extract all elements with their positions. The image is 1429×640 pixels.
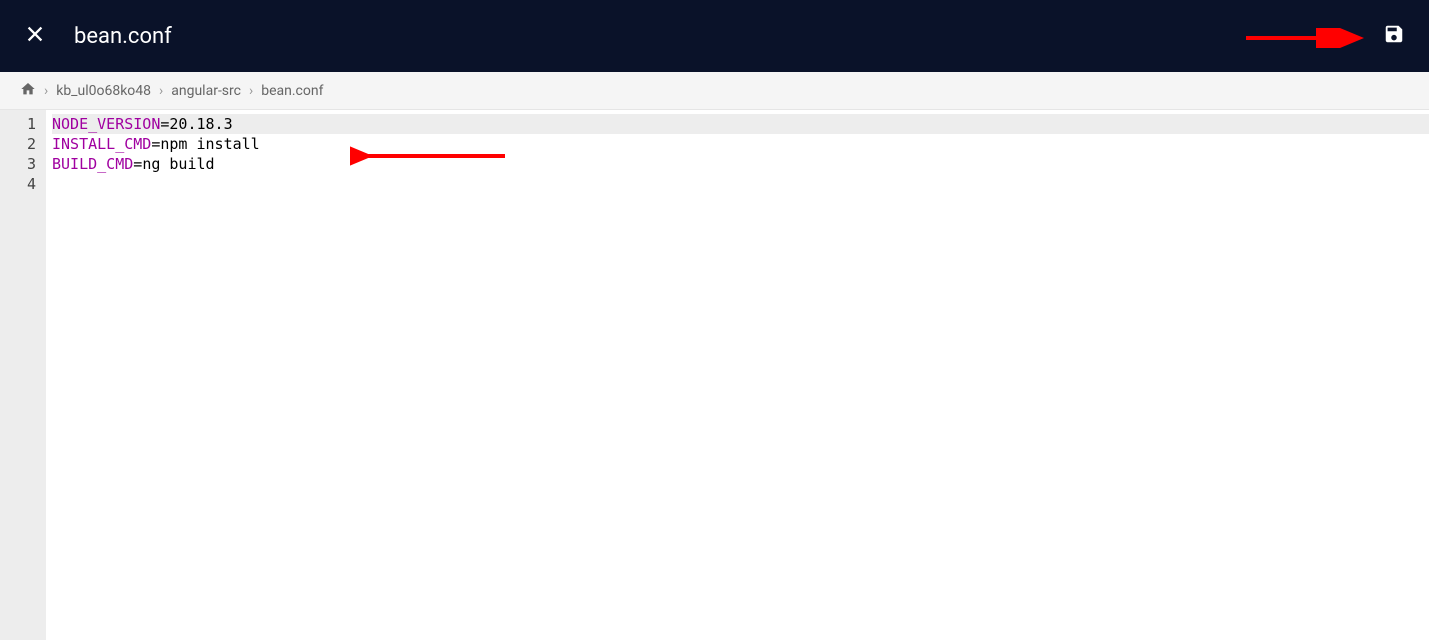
- token-value: 20.18.3: [169, 115, 232, 133]
- home-icon: [20, 81, 36, 101]
- chevron-right-icon: ›: [44, 83, 48, 99]
- token-variable: NODE_VERSION: [52, 115, 160, 133]
- breadcrumb-item-0[interactable]: kb_ul0o68ko48: [56, 83, 151, 99]
- code-line: [52, 174, 1429, 194]
- close-button[interactable]: [24, 23, 46, 49]
- breadcrumb-home[interactable]: [20, 81, 36, 101]
- gutter-line: 3: [0, 154, 36, 174]
- save-button[interactable]: [1383, 23, 1405, 49]
- code-line: BUILD_CMD=ng build: [52, 154, 1429, 174]
- page-title: bean.conf: [74, 24, 172, 49]
- code-line: INSTALL_CMD=npm install: [52, 134, 1429, 154]
- header: bean.conf: [0, 0, 1429, 72]
- token-value: ng build: [142, 155, 214, 173]
- line-gutter: 1 2 3 4: [0, 110, 46, 640]
- chevron-right-icon: ›: [159, 83, 163, 99]
- close-icon: [24, 23, 46, 49]
- breadcrumb-item-2[interactable]: bean.conf: [261, 83, 323, 99]
- code-area[interactable]: NODE_VERSION=20.18.3 INSTALL_CMD=npm ins…: [46, 110, 1429, 640]
- token-variable: INSTALL_CMD: [52, 135, 151, 153]
- chevron-right-icon: ›: [249, 83, 253, 99]
- editor: 1 2 3 4 NODE_VERSION=20.18.3 INSTALL_CMD…: [0, 110, 1429, 640]
- gutter-line: 2: [0, 134, 36, 154]
- gutter-line: 1: [0, 114, 36, 134]
- token-variable: BUILD_CMD: [52, 155, 133, 173]
- breadcrumb-item-1[interactable]: angular-src: [171, 83, 241, 99]
- breadcrumb: › kb_ul0o68ko48 › angular-src › bean.con…: [0, 72, 1429, 110]
- token-equals: =: [133, 155, 142, 173]
- header-left: bean.conf: [24, 23, 172, 49]
- save-icon: [1383, 23, 1405, 49]
- code-line: NODE_VERSION=20.18.3: [52, 114, 1429, 134]
- token-value: npm install: [160, 135, 259, 153]
- gutter-line: 4: [0, 174, 36, 194]
